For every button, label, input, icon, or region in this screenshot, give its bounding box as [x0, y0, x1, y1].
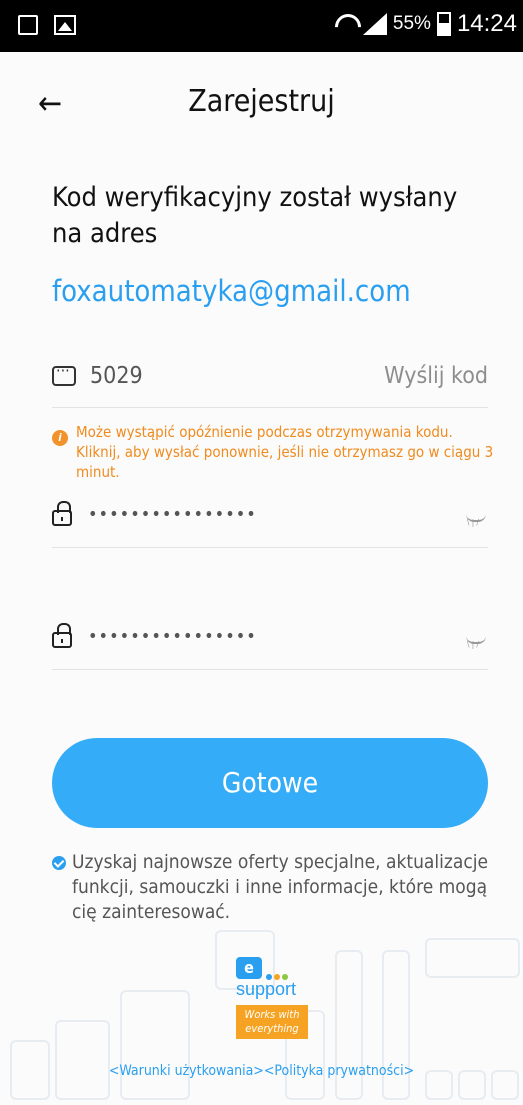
confirm-password-input[interactable]: ••••••••••••••••	[88, 626, 257, 647]
esupport-logo: e support Works with everything	[236, 957, 308, 1041]
privacy-link[interactable]: <Polityka prywatności>	[264, 1063, 414, 1079]
no-sim-icon	[18, 15, 38, 35]
logo-e: e	[236, 957, 262, 979]
verification-code-field[interactable]: 5029 Wyślij kod	[52, 350, 488, 408]
eye-closed-icon[interactable]	[466, 514, 486, 527]
confirm-password-field[interactable]: ••••••••••••••••	[52, 610, 488, 670]
logo-support-text: support	[236, 979, 297, 999]
lock-icon	[52, 623, 72, 648]
password-input[interactable]: ••••••••••••••••	[88, 504, 257, 525]
info-icon: i	[52, 430, 68, 446]
wifi-icon	[333, 12, 357, 36]
eye-closed-icon[interactable]	[466, 636, 486, 649]
send-code-button[interactable]: Wyślij kod	[384, 363, 488, 389]
offers-text: Uzyskaj najnowsze oferty specjalne, aktu…	[72, 851, 488, 923]
battery-icon	[436, 12, 451, 36]
terms-link[interactable]: <Warunki użytkowania>	[109, 1063, 264, 1079]
battery-percent: 55%	[392, 13, 431, 34]
password-field[interactable]: ••••••••••••••••	[52, 488, 488, 548]
clock: 14:24	[456, 10, 517, 37]
code-icon	[52, 361, 76, 386]
done-button[interactable]: Gotowe	[52, 738, 488, 828]
verification-code-input[interactable]: 5029	[90, 363, 143, 389]
page-title: Zarejestruj	[188, 84, 335, 119]
logo-works-badge: Works with everything	[236, 1005, 308, 1039]
verification-heading: Kod weryfikacyjny został wysłany na adre…	[52, 182, 458, 249]
footer-links: <Warunki użytkowania><Polityka prywatnoś…	[0, 1063, 523, 1079]
signal-icon	[362, 13, 387, 35]
checkbox-checked-icon[interactable]	[52, 856, 66, 870]
image-notification-icon	[54, 15, 76, 35]
status-bar: 55% 14:24	[0, 0, 523, 52]
warning-text: Może wystąpić opóźnienie podczas otrzymy…	[76, 423, 494, 481]
lock-icon	[52, 501, 72, 526]
email-address: foxautomatyka@gmail.com	[52, 274, 411, 308]
